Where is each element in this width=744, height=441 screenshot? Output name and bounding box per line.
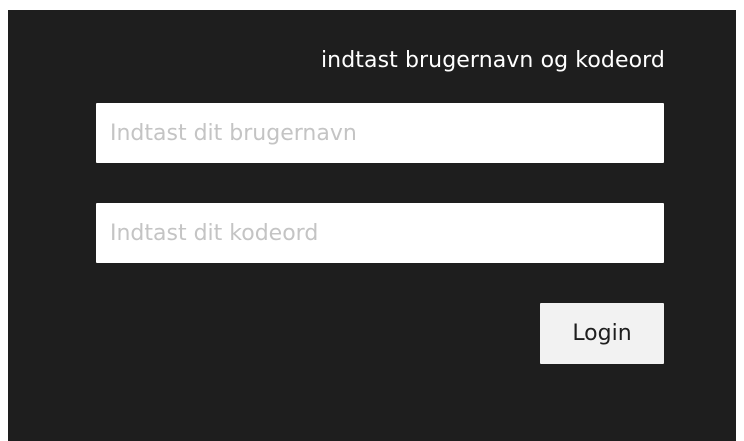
username-input[interactable] bbox=[96, 103, 664, 163]
password-input[interactable] bbox=[96, 203, 664, 263]
login-heading: indtast brugernavn og kodeord bbox=[320, 48, 665, 73]
login-button[interactable]: Login bbox=[540, 303, 664, 364]
login-panel: indtast brugernavn og kodeord Login bbox=[8, 10, 736, 441]
